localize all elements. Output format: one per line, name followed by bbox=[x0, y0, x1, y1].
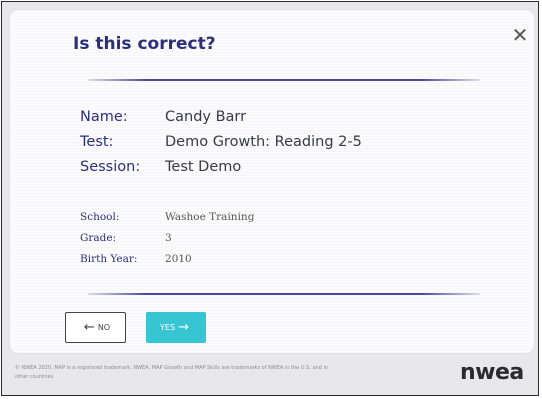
arrow-left-icon: ← bbox=[83, 320, 95, 335]
birth-year-label: Birth Year: bbox=[80, 253, 138, 265]
session-value: Test Demo bbox=[165, 159, 242, 175]
close-icon[interactable]: ✕ bbox=[510, 25, 530, 45]
arrow-right-icon: → bbox=[178, 320, 189, 335]
grade-label: Grade: bbox=[80, 232, 117, 244]
no-button[interactable]: ← NO bbox=[65, 312, 126, 343]
school-label: School: bbox=[80, 211, 120, 223]
top-divider bbox=[88, 79, 480, 81]
no-button-label: NO bbox=[97, 323, 111, 332]
test-label: Test: bbox=[80, 134, 114, 150]
legal-notice: © NWEA 2020. MAP is a registered tradema… bbox=[15, 365, 329, 380]
nwea-logo: nwea bbox=[460, 360, 524, 385]
dialog-title: Is this correct? bbox=[73, 34, 216, 54]
school-value: Washoe Training bbox=[165, 211, 255, 223]
name-value: Candy Barr bbox=[165, 109, 247, 125]
birth-year-value: 2010 bbox=[165, 253, 192, 265]
session-label: Session: bbox=[80, 159, 141, 175]
app-window: Is this correct? ✕ Name: Candy Barr Test… bbox=[1, 1, 539, 396]
grade-value: 3 bbox=[165, 232, 172, 244]
bottom-divider bbox=[88, 293, 480, 295]
confirmation-dialog: Is this correct? ✕ Name: Candy Barr Test… bbox=[10, 10, 534, 353]
yes-button-label: YES bbox=[160, 323, 176, 332]
test-value: Demo Growth: Reading 2-5 bbox=[165, 134, 362, 150]
name-label: Name: bbox=[80, 109, 128, 125]
yes-button[interactable]: YES → bbox=[146, 312, 206, 343]
